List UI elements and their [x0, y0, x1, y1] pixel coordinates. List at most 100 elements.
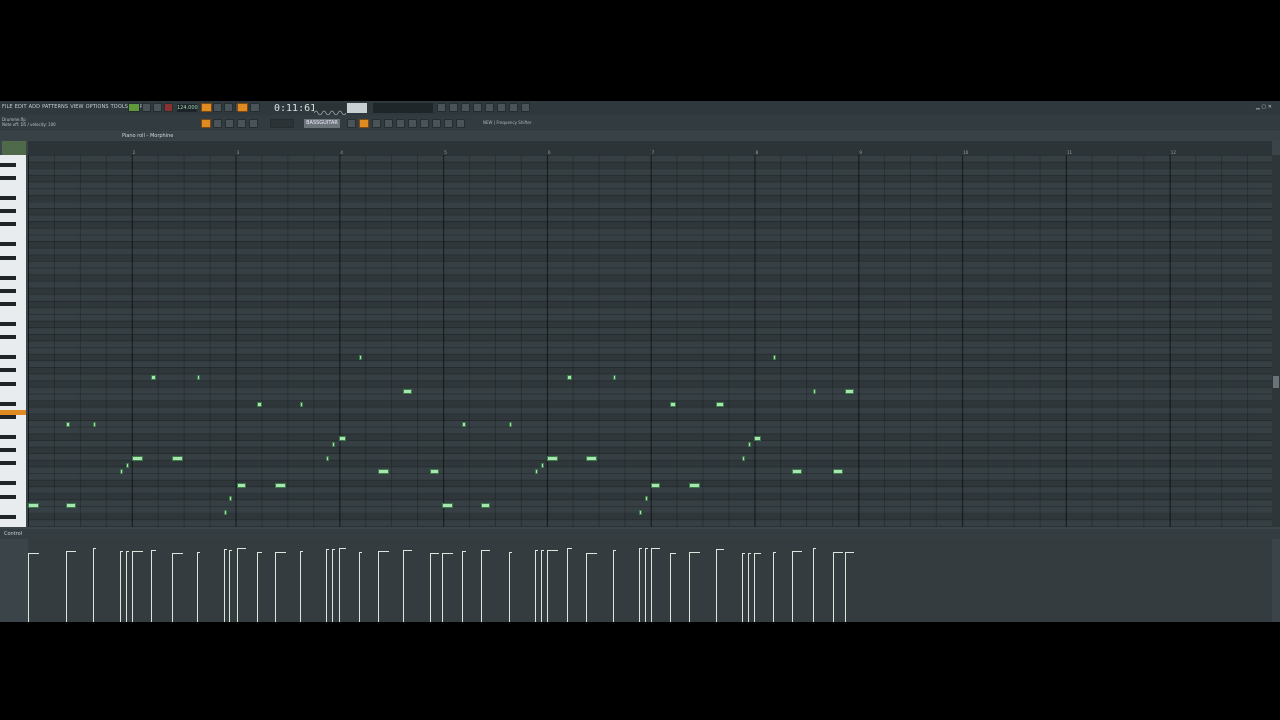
menu-item-options[interactable]: OPTIONS [86, 104, 109, 110]
menu-item-view[interactable]: VIEW [70, 104, 83, 110]
master-volume-slider[interactable] [347, 103, 367, 113]
piano-keyboard[interactable] [0, 155, 26, 527]
midi-note[interactable] [462, 422, 466, 427]
record-button[interactable] [164, 103, 173, 112]
black-key[interactable] [0, 494, 16, 499]
black-key[interactable] [0, 481, 16, 486]
snap-selector[interactable] [270, 119, 294, 128]
velocity-bar[interactable] [670, 554, 671, 622]
midi-note[interactable] [229, 496, 232, 501]
velocity-bar[interactable] [28, 554, 29, 622]
piano-roll-icon[interactable] [359, 119, 369, 128]
velocity-bar[interactable] [332, 550, 333, 622]
stamp-icon[interactable] [249, 119, 258, 128]
vertical-scrollbar[interactable] [1272, 155, 1280, 527]
velocity-bar[interactable] [833, 553, 834, 622]
black-key[interactable] [0, 414, 16, 419]
velocity-bar[interactable] [442, 554, 443, 622]
pencil-icon[interactable] [225, 119, 234, 128]
velocity-bar[interactable] [845, 553, 846, 622]
browser-icon[interactable] [521, 103, 530, 112]
black-key[interactable] [0, 514, 16, 519]
pattern-add-icon[interactable] [347, 119, 356, 128]
black-key[interactable] [0, 175, 16, 180]
velocity-bar[interactable] [224, 550, 225, 622]
velocity-bar[interactable] [645, 549, 646, 622]
midi-note[interactable] [689, 483, 700, 488]
menu-item-tools[interactable]: TOOLS [111, 104, 128, 110]
midi-note[interactable] [754, 436, 761, 441]
color-swatch[interactable] [2, 141, 26, 155]
midi-note[interactable] [237, 483, 246, 488]
midi-note[interactable] [792, 469, 802, 474]
midi-note[interactable] [845, 389, 854, 394]
velocity-bar[interactable] [639, 549, 640, 622]
playlist-icon[interactable] [485, 103, 494, 112]
grid-icon[interactable] [372, 119, 381, 128]
black-key[interactable] [0, 195, 16, 200]
midi-note[interactable] [541, 463, 544, 468]
midi-note[interactable] [28, 503, 39, 508]
timeline-ruler[interactable]: 2 3 4 5 6 7 8 9 10 11 12 [28, 141, 1272, 155]
black-key[interactable] [0, 335, 16, 340]
loop-record-icon[interactable] [237, 103, 248, 112]
black-key[interactable] [0, 401, 16, 406]
velocity-bar[interactable] [126, 552, 127, 622]
mic-icon[interactable] [461, 103, 470, 112]
mixer-small-icon[interactable] [396, 119, 405, 128]
velocity-bar[interactable] [120, 552, 121, 622]
transport-stop-icon[interactable] [153, 103, 162, 112]
midi-note[interactable] [567, 375, 572, 380]
menu-item-add[interactable]: ADD [29, 104, 40, 110]
velocity-bar[interactable] [229, 551, 230, 622]
midi-note[interactable] [66, 422, 70, 427]
plugin-icon[interactable] [408, 119, 417, 128]
midi-note[interactable] [403, 389, 412, 394]
piano-icon[interactable] [384, 119, 393, 128]
midi-note[interactable] [773, 355, 776, 360]
midi-note[interactable] [151, 375, 156, 380]
midi-note[interactable] [378, 469, 389, 474]
velocity-lane[interactable] [28, 539, 1272, 622]
midi-note[interactable] [224, 510, 227, 515]
velocity-bar[interactable] [359, 553, 360, 622]
black-key[interactable] [0, 222, 16, 227]
black-key[interactable] [0, 242, 16, 247]
black-key[interactable] [0, 255, 16, 260]
midi-note[interactable] [645, 496, 648, 501]
velocity-bar[interactable] [716, 550, 717, 622]
midi-note[interactable] [481, 503, 490, 508]
snap-icon[interactable] [201, 119, 211, 128]
pattern-song-toggle[interactable] [128, 103, 140, 112]
paint-icon[interactable] [237, 119, 246, 128]
black-key[interactable] [0, 209, 16, 214]
scrollbar-thumb[interactable] [1273, 376, 1279, 388]
midi-note[interactable] [430, 469, 439, 474]
velocity-bar[interactable] [535, 551, 536, 622]
velocity-bar[interactable] [509, 553, 510, 622]
midi-note[interactable] [359, 355, 362, 360]
black-key[interactable] [0, 368, 16, 373]
midi-note[interactable] [586, 456, 597, 461]
velocity-bar[interactable] [66, 552, 67, 622]
velocity-bar[interactable] [172, 554, 173, 622]
velocity-bar[interactable] [586, 554, 587, 622]
velocity-bar[interactable] [378, 552, 379, 622]
midi-note[interactable] [613, 375, 616, 380]
undo-icon[interactable] [437, 103, 446, 112]
midi-note[interactable] [257, 402, 262, 407]
black-key[interactable] [0, 434, 16, 439]
velocity-bar[interactable] [689, 553, 690, 622]
link-icon[interactable] [420, 119, 429, 128]
menu-item-patterns[interactable]: PATTERNS [42, 104, 68, 110]
midi-note[interactable] [339, 436, 346, 441]
midi-note[interactable] [132, 456, 143, 461]
midi-note[interactable] [300, 402, 303, 407]
velocity-bar[interactable] [773, 553, 774, 622]
black-key[interactable] [0, 355, 16, 360]
velocity-bar[interactable] [151, 551, 152, 622]
midi-note[interactable] [748, 442, 751, 447]
midi-note[interactable] [670, 402, 676, 407]
black-key[interactable] [0, 461, 16, 466]
note-grid[interactable] [28, 155, 1272, 527]
